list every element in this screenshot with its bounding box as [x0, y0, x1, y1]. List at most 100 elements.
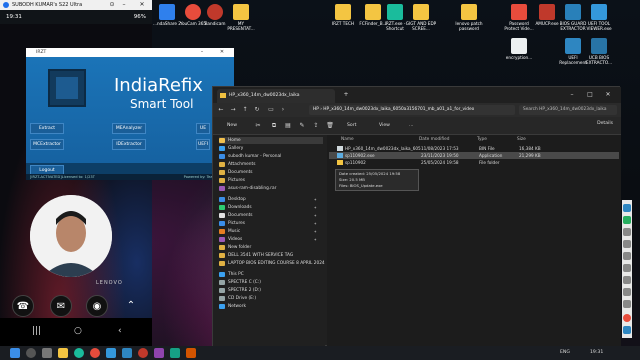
- sidebar-item[interactable]: Documents: [219, 169, 323, 176]
- maximize-button[interactable]: □: [583, 89, 597, 101]
- file-row[interactable]: sp110902.exe 23/11/2023 19:50 Application 2…: [329, 152, 619, 159]
- start-icon[interactable]: [10, 348, 20, 358]
- close-button[interactable]: ✕: [216, 48, 228, 57]
- collapse-button[interactable]: ⌃: [120, 295, 142, 317]
- uefi-button[interactable]: UEFI: [196, 139, 210, 150]
- minimize-button[interactable]: –: [118, 0, 130, 10]
- desktop-icon[interactable]: UCB BIOS EXTRACTO...: [582, 38, 616, 65]
- copy-icon[interactable]: ⧉: [269, 121, 279, 131]
- undo-tool-icon[interactable]: [623, 300, 631, 308]
- edge-icon[interactable]: [74, 348, 84, 358]
- pin-icon[interactable]: ⊙: [106, 0, 118, 10]
- mcextractor-button[interactable]: MCExtractor: [30, 139, 64, 150]
- sidebar-item[interactable]: Network: [219, 303, 323, 310]
- bandicam-taskbar-icon[interactable]: [138, 348, 148, 358]
- ue-button[interactable]: UE: [196, 123, 210, 134]
- file-explorer-taskbar-icon[interactable]: [58, 348, 68, 358]
- clock[interactable]: 19:31: [590, 346, 603, 360]
- refresh-icon[interactable]: ↻: [253, 106, 261, 114]
- sidebar-item[interactable]: SPECTRE 2 (D:): [219, 287, 323, 294]
- sidebar-item[interactable]: Documents ✦: [219, 212, 323, 219]
- sidebar-item[interactable]: Home: [219, 137, 323, 144]
- text-tool-icon[interactable]: [623, 276, 631, 284]
- sidebar-item[interactable]: Downloads ✦: [219, 204, 323, 211]
- minimize-button[interactable]: –: [565, 89, 579, 101]
- close-button[interactable]: ✕: [601, 89, 615, 101]
- task-view-icon[interactable]: [42, 348, 52, 358]
- store-icon[interactable]: [106, 348, 116, 358]
- language-indicator[interactable]: ENG: [560, 346, 570, 360]
- forward-icon[interactable]: →: [229, 106, 237, 114]
- sidebar-item[interactable]: SPECTRE C (C:): [219, 279, 323, 286]
- column-header-date[interactable]: Date modified: [419, 137, 449, 142]
- close-button[interactable]: ✕: [136, 0, 148, 10]
- new-tab-button[interactable]: +: [339, 89, 353, 101]
- home-icon[interactable]: ○: [74, 326, 82, 336]
- sidebar-item[interactable]: This PC: [219, 271, 323, 278]
- minimize-button[interactable]: –: [196, 48, 208, 57]
- search-icon[interactable]: [26, 348, 36, 358]
- sidebar-item[interactable]: Gallery: [219, 145, 323, 152]
- sidebar-item[interactable]: DELL 3541 WITH SERVICE TAG: [219, 252, 323, 259]
- search-input[interactable]: Search HP_x360_14m_dw0023dx_laika: [519, 105, 617, 115]
- highlighter-tool-icon[interactable]: [623, 228, 631, 236]
- sort-button[interactable]: Sort: [347, 121, 356, 131]
- record-button[interactable]: ◉: [86, 295, 108, 317]
- sidebar-item[interactable]: Pictures ✦: [219, 220, 323, 227]
- phone-link-icon[interactable]: [122, 348, 132, 358]
- desktop-icon[interactable]: GIGT AND EDP SCREE...: [404, 4, 438, 31]
- pin-icon[interactable]: ✦: [314, 220, 317, 227]
- meanalyzer-button[interactable]: MEAnalyzer: [112, 123, 146, 134]
- desktop-icon[interactable]: MY PRESENTAT...: [224, 4, 258, 31]
- pin-icon[interactable]: ✦: [314, 212, 317, 219]
- desktop-icon[interactable]: IRZT TECH: [326, 4, 360, 26]
- sidebar-item[interactable]: Music ✦: [219, 228, 323, 235]
- cursor-tool-icon[interactable]: [623, 204, 631, 212]
- app-taskbar-icon[interactable]: [170, 348, 180, 358]
- desktop-icon[interactable]: lenovo patch password: [452, 4, 486, 31]
- cut-icon[interactable]: ✂: [253, 121, 263, 131]
- paste-icon[interactable]: ▤: [283, 121, 293, 131]
- sidebar-item[interactable]: New folder: [219, 244, 323, 251]
- details-button[interactable]: Details: [597, 121, 613, 126]
- sidebar-item[interactable]: Attachments: [219, 161, 323, 168]
- sidebar-item[interactable]: subodh kumar - Personal: [219, 153, 323, 160]
- desktop-icon[interactable]: encryption...: [502, 38, 536, 60]
- sidebar-item[interactable]: Desktop ✦: [219, 196, 323, 203]
- pin-icon[interactable]: ✦: [314, 204, 317, 211]
- chat-button[interactable]: ✉: [50, 295, 72, 317]
- view-button[interactable]: View: [379, 121, 390, 131]
- pin-icon[interactable]: ✦: [314, 196, 317, 203]
- pin-icon[interactable]: ✦: [314, 236, 317, 243]
- app-taskbar-icon[interactable]: [154, 348, 164, 358]
- file-row[interactable]: sp110902 25/05/2024 19:58 File folder: [329, 159, 619, 166]
- pin-icon[interactable]: ✦: [314, 228, 317, 235]
- column-header-size[interactable]: Size: [517, 137, 526, 142]
- rename-icon[interactable]: ✎: [297, 121, 307, 131]
- settings-tool-icon[interactable]: [623, 326, 631, 334]
- back-icon[interactable]: ‹: [118, 326, 122, 336]
- color-picker-icon[interactable]: [623, 314, 631, 322]
- delete-icon[interactable]: 🗑: [325, 121, 335, 131]
- sidebar-item[interactable]: Pictures: [219, 177, 323, 184]
- address-input[interactable]: HP › HP_x360_14m_dw0023dx_laika_6050a315…: [309, 105, 515, 115]
- back-icon[interactable]: ←: [217, 106, 225, 114]
- share-icon[interactable]: ⇪: [311, 121, 321, 131]
- pen-tool-icon[interactable]: [623, 216, 631, 224]
- new-button[interactable]: New: [227, 121, 237, 131]
- sidebar-item[interactable]: LAPTOP BIOS EDITING COURSE 8 APRIL 2024: [219, 260, 325, 267]
- app-taskbar-icon[interactable]: [186, 348, 196, 358]
- sidebar-item[interactable]: asus-ram-disabling.rar: [219, 185, 323, 192]
- chrome-icon[interactable]: [90, 348, 100, 358]
- arrow-tool-icon[interactable]: [623, 264, 631, 272]
- monitor-icon[interactable]: ▭: [267, 106, 275, 114]
- end-call-button[interactable]: ☎: [12, 295, 34, 317]
- desktop-icon[interactable]: UEFI TOOL VIEWER.exe: [582, 4, 616, 31]
- eraser-tool-icon[interactable]: [623, 288, 631, 296]
- file-row[interactable]: HP_x360_14m_dw0023dx_laika_6050a3...11/0…: [329, 145, 619, 152]
- extract-button[interactable]: Extract: [30, 123, 64, 134]
- more-button[interactable]: ...: [409, 121, 413, 131]
- explorer-tab[interactable]: HP_x360_14m_dw0023dx_laika: [217, 89, 335, 103]
- shape-tool-icon[interactable]: [623, 252, 631, 260]
- sidebar-item[interactable]: CD Drive (E:): [219, 295, 323, 302]
